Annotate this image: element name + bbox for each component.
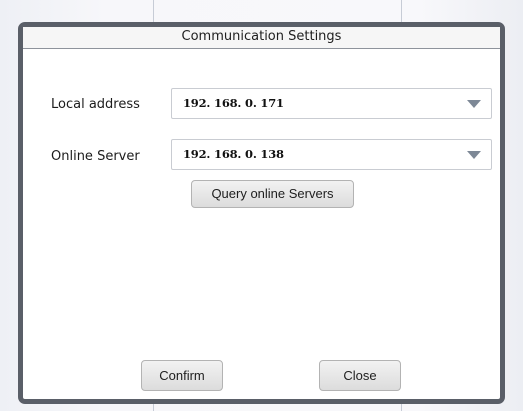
query-online-servers-button[interactable]: Query online Servers bbox=[191, 180, 354, 208]
background-divider bbox=[153, 404, 154, 411]
local-address-dropdown[interactable]: 192. 168. 0. 171 bbox=[171, 88, 492, 119]
local-address-value: 192. 168. 0. 171 bbox=[183, 96, 284, 110]
confirm-button[interactable]: Confirm bbox=[141, 360, 223, 391]
local-address-label: Local address bbox=[51, 97, 140, 112]
dialog-title: Communication Settings bbox=[23, 27, 500, 49]
chevron-down-icon[interactable] bbox=[467, 100, 481, 108]
background-divider bbox=[153, 0, 154, 22]
online-server-value: 192. 168. 0. 138 bbox=[183, 147, 284, 161]
online-server-label: Online Server bbox=[51, 149, 140, 164]
communication-settings-dialog: Communication Settings Local address 192… bbox=[18, 22, 505, 404]
chevron-down-icon[interactable] bbox=[467, 151, 481, 159]
close-button[interactable]: Close bbox=[319, 360, 401, 391]
background-divider bbox=[401, 404, 402, 411]
background-divider bbox=[401, 0, 402, 22]
online-server-dropdown[interactable]: 192. 168. 0. 138 bbox=[171, 139, 492, 170]
